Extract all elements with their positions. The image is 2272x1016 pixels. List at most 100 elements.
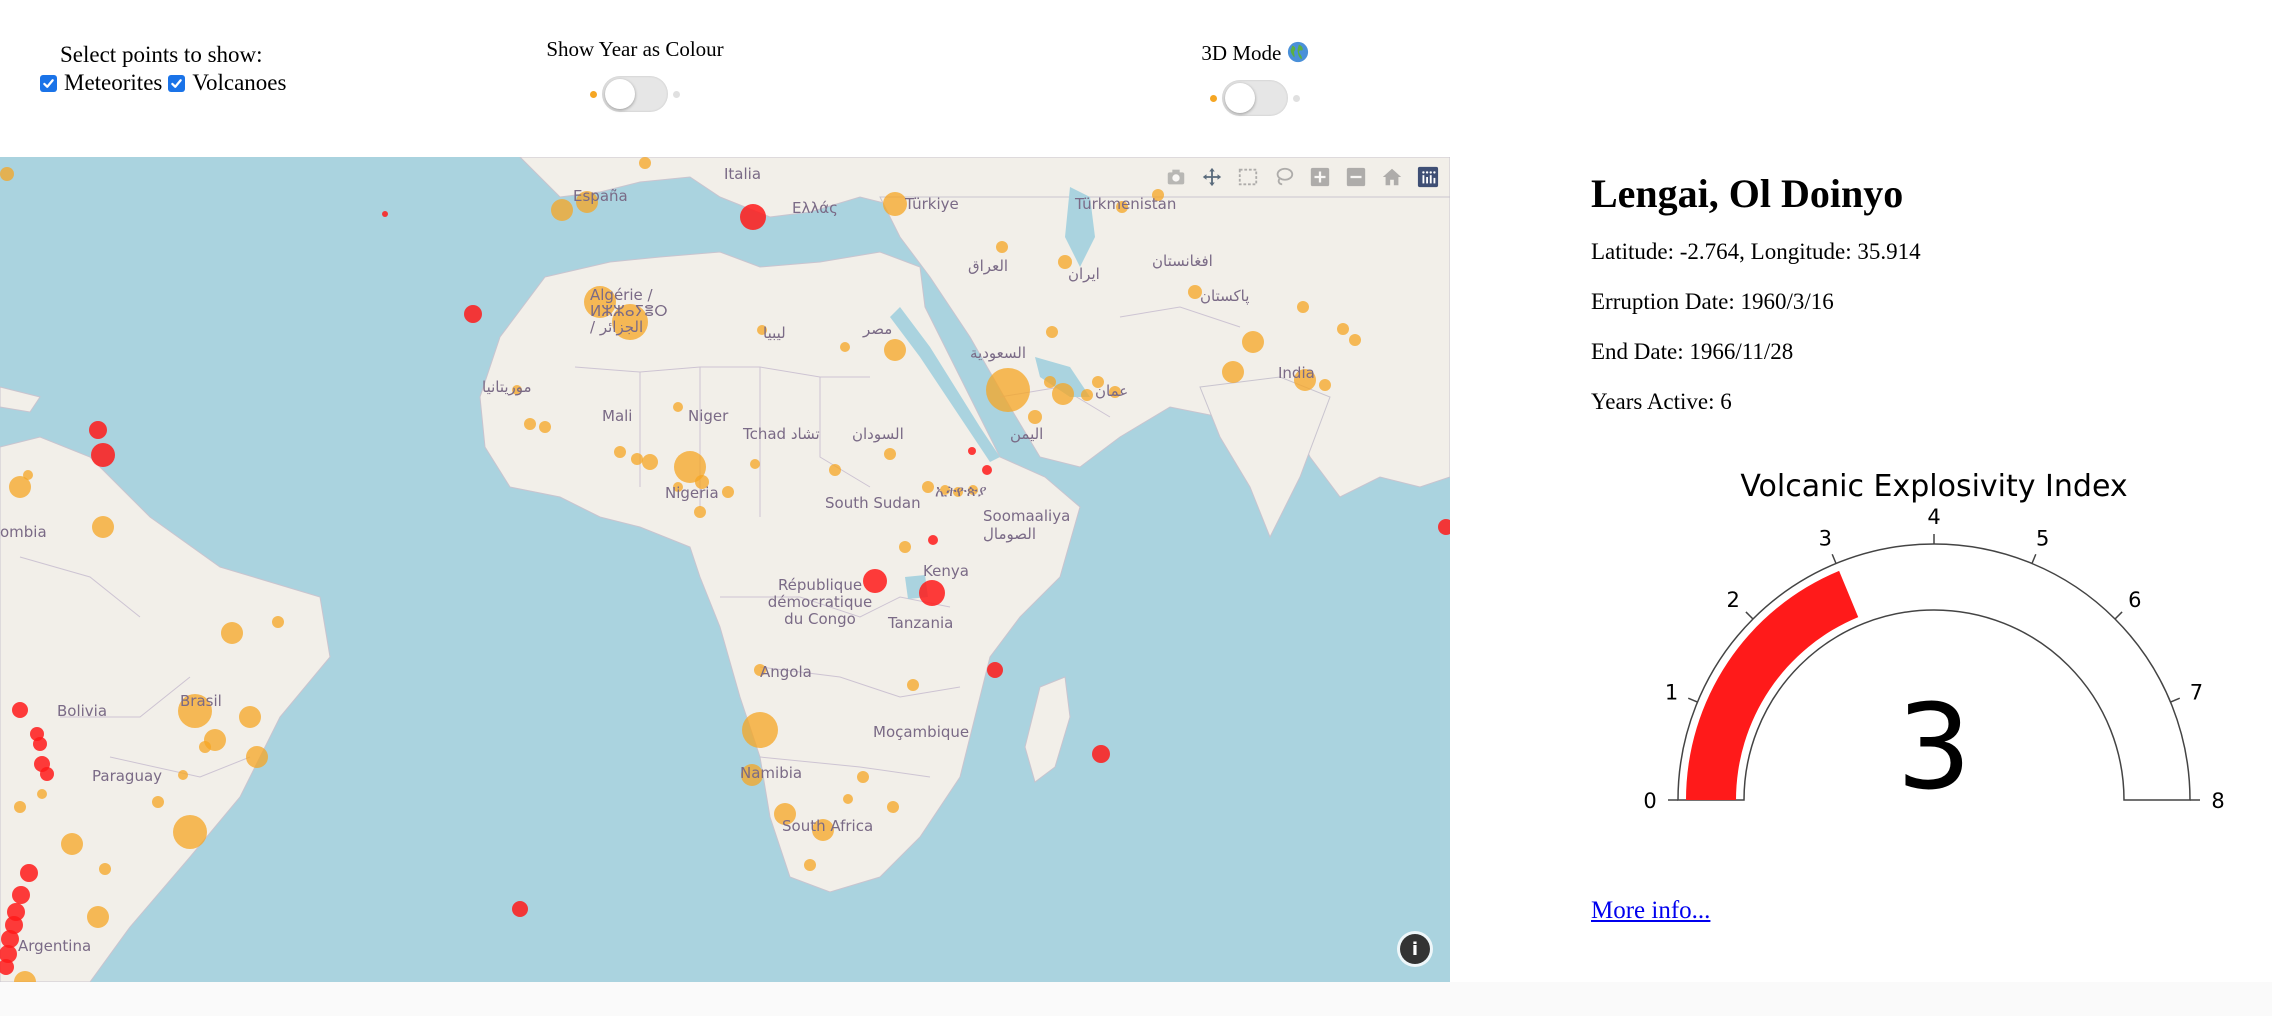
toggle-on-dot <box>590 91 597 98</box>
map-label-mozambique: Moçambique <box>873 723 970 741</box>
map-label-drc: République démocratique du Congo <box>767 576 873 628</box>
mode3d-toggle[interactable] <box>1210 80 1300 116</box>
vei-gauge: Volcanic Explosivity Index 0 1 2 3 4 5 6 7 8 3 <box>1630 460 2230 840</box>
year-colour-toggle[interactable] <box>590 76 680 112</box>
pan-icon[interactable] <box>1198 163 1226 191</box>
map-label-afghanistan: افغانستان <box>1152 252 1213 270</box>
meteorites-label[interactable]: Meteorites <box>64 68 162 98</box>
camera-icon[interactable] <box>1162 163 1190 191</box>
toggle-off-dot <box>673 91 680 98</box>
check-icon <box>171 78 183 88</box>
map-label-libya: ليبيا <box>763 324 786 342</box>
volcano-coords: Latitude: -2.764, Longitude: 35.914 <box>1591 239 1921 264</box>
map-label-turkmenistan: Türkmenistan <box>1075 195 1177 213</box>
map-label-pakistan: پاکستان <box>1200 287 1250 305</box>
meteorites-checkbox[interactable] <box>40 74 57 92</box>
map-label-bolivia: Bolivia <box>57 702 108 720</box>
mode3d-title: 3D Mode <box>1190 41 1320 66</box>
volcano-eruption-date: Erruption Date: 1960/3/16 <box>1591 289 1834 314</box>
map-label-tanzania: Tanzania <box>888 614 954 632</box>
map-modebar <box>1162 163 1442 191</box>
map-label-saudi: السعودية <box>970 344 1027 362</box>
map-label-sudan: السودان <box>852 425 904 443</box>
map-label-paraguay: Paraguay <box>92 767 163 785</box>
more-info-link[interactable]: More info... <box>1591 897 1710 925</box>
year-colour-control: Show Year as Colour <box>545 37 725 112</box>
map-label-kenya: Kenya <box>923 562 969 580</box>
gauge-tick-label: 1 <box>1665 680 1678 704</box>
map-basemap[interactable] <box>0 157 1450 982</box>
map-label-greece: Ελλάς <box>792 199 838 217</box>
lasso-icon[interactable] <box>1270 163 1298 191</box>
gauge-tick <box>2031 553 2037 564</box>
controls-bar: Select points to show: Meteorites Volcan… <box>0 0 2272 150</box>
gauge-tick-label: 0 <box>1643 789 1656 813</box>
toggle-off-dot <box>1293 95 1300 102</box>
gauge-tick-label: 6 <box>2128 588 2141 612</box>
plotly-logo-icon[interactable] <box>1414 163 1442 191</box>
land-caribbean <box>0 386 41 413</box>
map-info-button[interactable]: i <box>1400 934 1430 964</box>
map-label-argentina: Argentina <box>18 937 92 955</box>
map-label-south-sudan: South Sudan <box>825 494 921 512</box>
map-label-niger: Niger <box>688 407 729 425</box>
toggle-knob[interactable] <box>605 79 635 109</box>
volcano-years-active: Years Active: 6 <box>1591 389 1732 414</box>
map-label-oman: عمان <box>1095 382 1129 400</box>
gauge-tick <box>1745 611 1754 620</box>
zoom-out-icon[interactable] <box>1342 163 1370 191</box>
land-south-america <box>0 436 331 982</box>
gauge-tick <box>2114 611 2123 620</box>
gauge-tick <box>1687 697 1698 703</box>
map-label-brazil: Brasil <box>180 692 222 710</box>
map-label-mali: Mali <box>602 407 633 425</box>
map-label-italy: Italia <box>724 165 762 183</box>
year-colour-label: Show Year as Colour <box>546 37 724 61</box>
map-label-algeria: Algérie / ⵍⵣⵣⴰⵢⴻⵔ / الجزائر <box>590 286 668 336</box>
mode3d-label: 3D Mode <box>1201 41 1282 65</box>
world-map[interactable]: España Italia Ελλάς Türkiye Türkmenistan… <box>0 157 1450 982</box>
point-filter-title: Select points to show: <box>60 42 263 67</box>
volcano-name: Lengai, Ol Doinyo <box>1591 171 1904 216</box>
gauge-value-number: 3 <box>1896 678 1971 816</box>
land-madagascar <box>1024 676 1071 783</box>
volcanoes-checkbox[interactable] <box>168 74 186 92</box>
map-label-spain: España <box>573 187 628 205</box>
vei-gauge-svg: Volcanic Explosivity Index 0 1 2 3 4 5 6 7 8 3 <box>1643 469 2224 816</box>
map-label-yemen: اليمن <box>1010 425 1044 443</box>
map-label-india: India <box>1278 364 1315 382</box>
volcanoes-label[interactable]: Volcanoes <box>192 68 286 98</box>
map-label-iraq: العراق <box>968 257 1009 275</box>
mode3d-control: 3D Mode <box>1190 41 1320 116</box>
zoom-in-icon[interactable] <box>1306 163 1334 191</box>
map-label-somalia: Soomaaliya الصومال <box>983 507 1071 543</box>
map-label-colombia: ombia <box>0 523 47 541</box>
map-label-chad: Tchad تشاد <box>743 425 820 443</box>
volcano-detail-panel: Lengai, Ol Doinyo Latitude: -2.764, Long… <box>1591 160 2251 439</box>
box-select-icon[interactable] <box>1234 163 1262 191</box>
toggle-knob[interactable] <box>1225 83 1255 113</box>
reset-view-icon[interactable] <box>1378 163 1406 191</box>
meteorites-option[interactable]: Meteorites <box>40 68 162 98</box>
vei-gauge-title: Volcanic Explosivity Index <box>1740 469 2127 504</box>
gauge-tick-label: 5 <box>2036 527 2049 551</box>
map-label-south-africa: South Africa <box>782 817 874 835</box>
gauge-tick-label: 3 <box>1819 527 1832 551</box>
gauge-tick <box>2170 697 2181 703</box>
volcano-end-date: End Date: 1966/11/28 <box>1591 339 1794 364</box>
map-label-mauritania: موريتانيا <box>482 378 532 396</box>
gauge-tick <box>1831 553 1837 564</box>
globe-icon <box>1287 41 1308 63</box>
map-label-iran: ایران <box>1068 265 1100 283</box>
map-label-ethiopia: ኢትዮጵያ <box>935 482 987 500</box>
map-label-egypt: مصر <box>863 320 893 338</box>
check-icon <box>43 78 54 88</box>
volcanoes-option[interactable]: Volcanoes <box>168 68 286 98</box>
gauge-tick-label: 8 <box>2211 789 2224 813</box>
map-label-nigeria: Nigeria <box>665 484 719 502</box>
point-filter-options: Meteorites Volcanoes <box>40 68 292 98</box>
map-label-namibia: Namibia <box>740 764 803 782</box>
gauge-tick-label: 4 <box>1927 505 1940 529</box>
map-label-turkey: Türkiye <box>905 195 959 213</box>
page-bottom-strip <box>0 982 2272 1016</box>
